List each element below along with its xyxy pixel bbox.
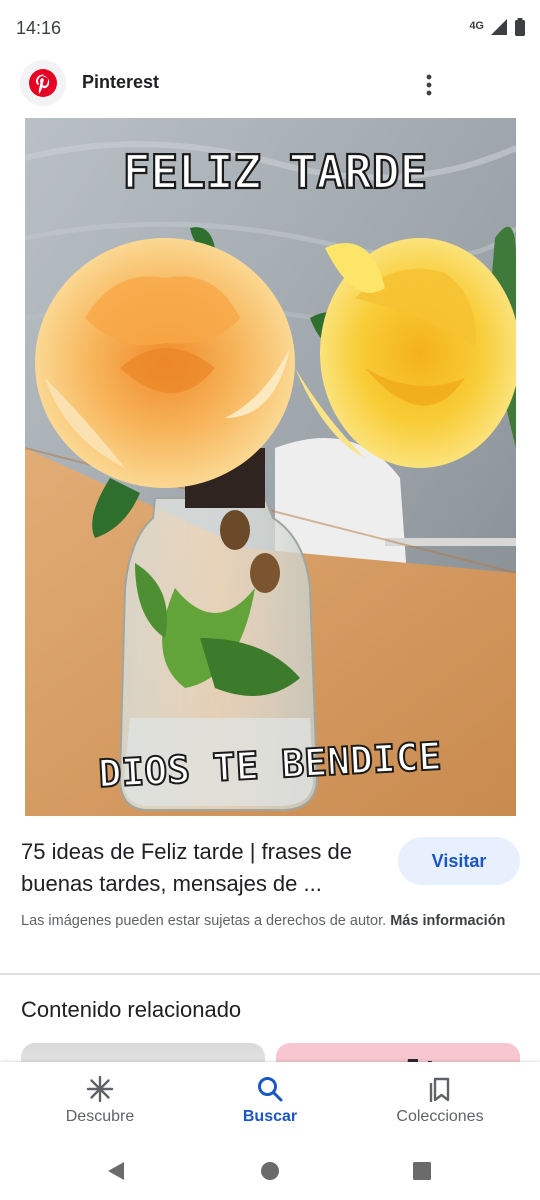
- nav-descubre[interactable]: Descubre: [10, 1062, 190, 1142]
- signal-icon: [490, 18, 508, 41]
- nav-buscar[interactable]: Buscar: [180, 1062, 360, 1142]
- nav-colecciones[interactable]: Colecciones: [350, 1062, 530, 1142]
- search-icon: [255, 1074, 285, 1104]
- status-bar: 14:16 4G: [0, 0, 540, 56]
- collections-icon: [425, 1074, 455, 1104]
- divider: [0, 973, 540, 975]
- network-type: 4G: [469, 19, 484, 32]
- status-icons: 4G: [469, 18, 526, 41]
- copyright-text: Las imágenes pueden estar sujetas a dere…: [21, 913, 387, 929]
- more-vert-icon[interactable]: [414, 70, 444, 100]
- recents-icon[interactable]: [407, 1156, 437, 1186]
- nav-label: Colecciones: [396, 1108, 484, 1125]
- back-icon[interactable]: [101, 1156, 131, 1186]
- image-top-text: FELIZ TARDE: [123, 145, 428, 199]
- visit-button[interactable]: Visitar: [398, 837, 520, 885]
- nav-label: Buscar: [242, 1108, 298, 1125]
- related-content-title: Contenido relacionado: [21, 997, 242, 1022]
- more-info-link[interactable]: Más información: [390, 913, 505, 929]
- system-navigation-bar: [0, 1142, 540, 1200]
- nav-label: Descubre: [65, 1108, 135, 1125]
- pinterest-logo-icon[interactable]: [20, 60, 66, 106]
- site-name[interactable]: Pinterest: [82, 72, 159, 93]
- source-header: Pinterest: [0, 56, 540, 114]
- status-time: 14:16: [16, 18, 62, 38]
- home-icon[interactable]: [255, 1156, 285, 1186]
- bottom-navigation: Descubre Buscar Colecciones: [0, 1062, 540, 1142]
- battery-icon: [514, 18, 526, 41]
- result-image[interactable]: FELIZ TARDE DIOS TE BENDICE: [25, 118, 516, 816]
- asterisk-icon: [85, 1074, 115, 1104]
- result-title[interactable]: 75 ideas de Feliz tarde | frases de buen…: [21, 836, 386, 900]
- copyright-notice: Las imágenes pueden estar sujetas a dere…: [21, 910, 511, 932]
